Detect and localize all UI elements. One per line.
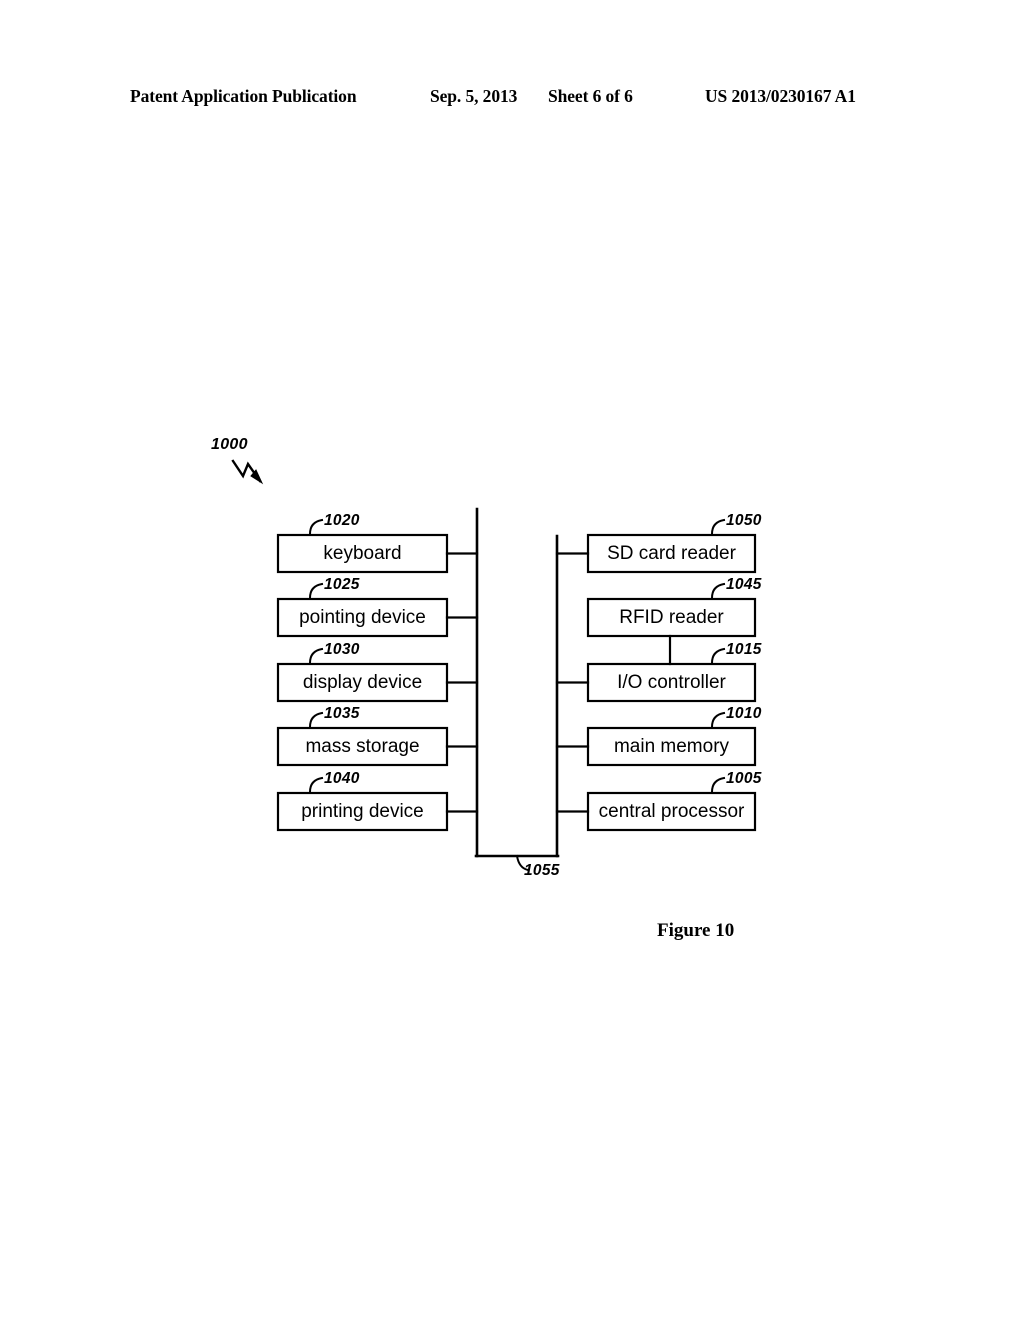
bus-reference-number: 1055 — [524, 862, 560, 879]
label-main-memory: main memory — [613, 736, 730, 757]
ref-sd-card-reader: 1050 — [726, 512, 762, 529]
left-connectors — [445, 552, 479, 813]
system-bus — [474, 507, 560, 858]
label-printing-device: printing device — [301, 801, 424, 822]
label-pointing-device: pointing device — [299, 607, 426, 628]
label-mass-storage: mass storage — [305, 736, 420, 757]
ref-io-controller: 1015 — [726, 641, 762, 658]
label-sd-card-reader: SD card reader — [607, 543, 736, 564]
label-central-processor: central processor — [598, 801, 745, 822]
ref-mass-storage: 1035 — [324, 705, 360, 722]
label-keyboard: keyboard — [323, 543, 402, 564]
label-io-controller: I/O controller — [617, 672, 726, 693]
label-display-device: display device — [302, 672, 423, 693]
ref-pointing-device: 1025 — [324, 576, 360, 593]
ref-keyboard: 1020 — [324, 512, 360, 529]
figure-10-diagram: 1000 1055 keyboard 1020 pointing device … — [0, 0, 1024, 1320]
ref-rfid-reader: 1045 — [726, 576, 762, 593]
right-connectors — [555, 552, 590, 813]
ref-display-device: 1030 — [324, 641, 360, 658]
block-diagram-svg — [231, 459, 757, 872]
system-reference-number: 1000 — [211, 436, 248, 453]
ref-main-memory: 1010 — [726, 705, 762, 722]
ref-central-processor: 1005 — [726, 770, 762, 787]
ref-printing-device: 1040 — [324, 770, 360, 787]
label-rfid-reader: RFID reader — [619, 607, 724, 628]
figure-caption: Figure 10 — [657, 920, 735, 941]
